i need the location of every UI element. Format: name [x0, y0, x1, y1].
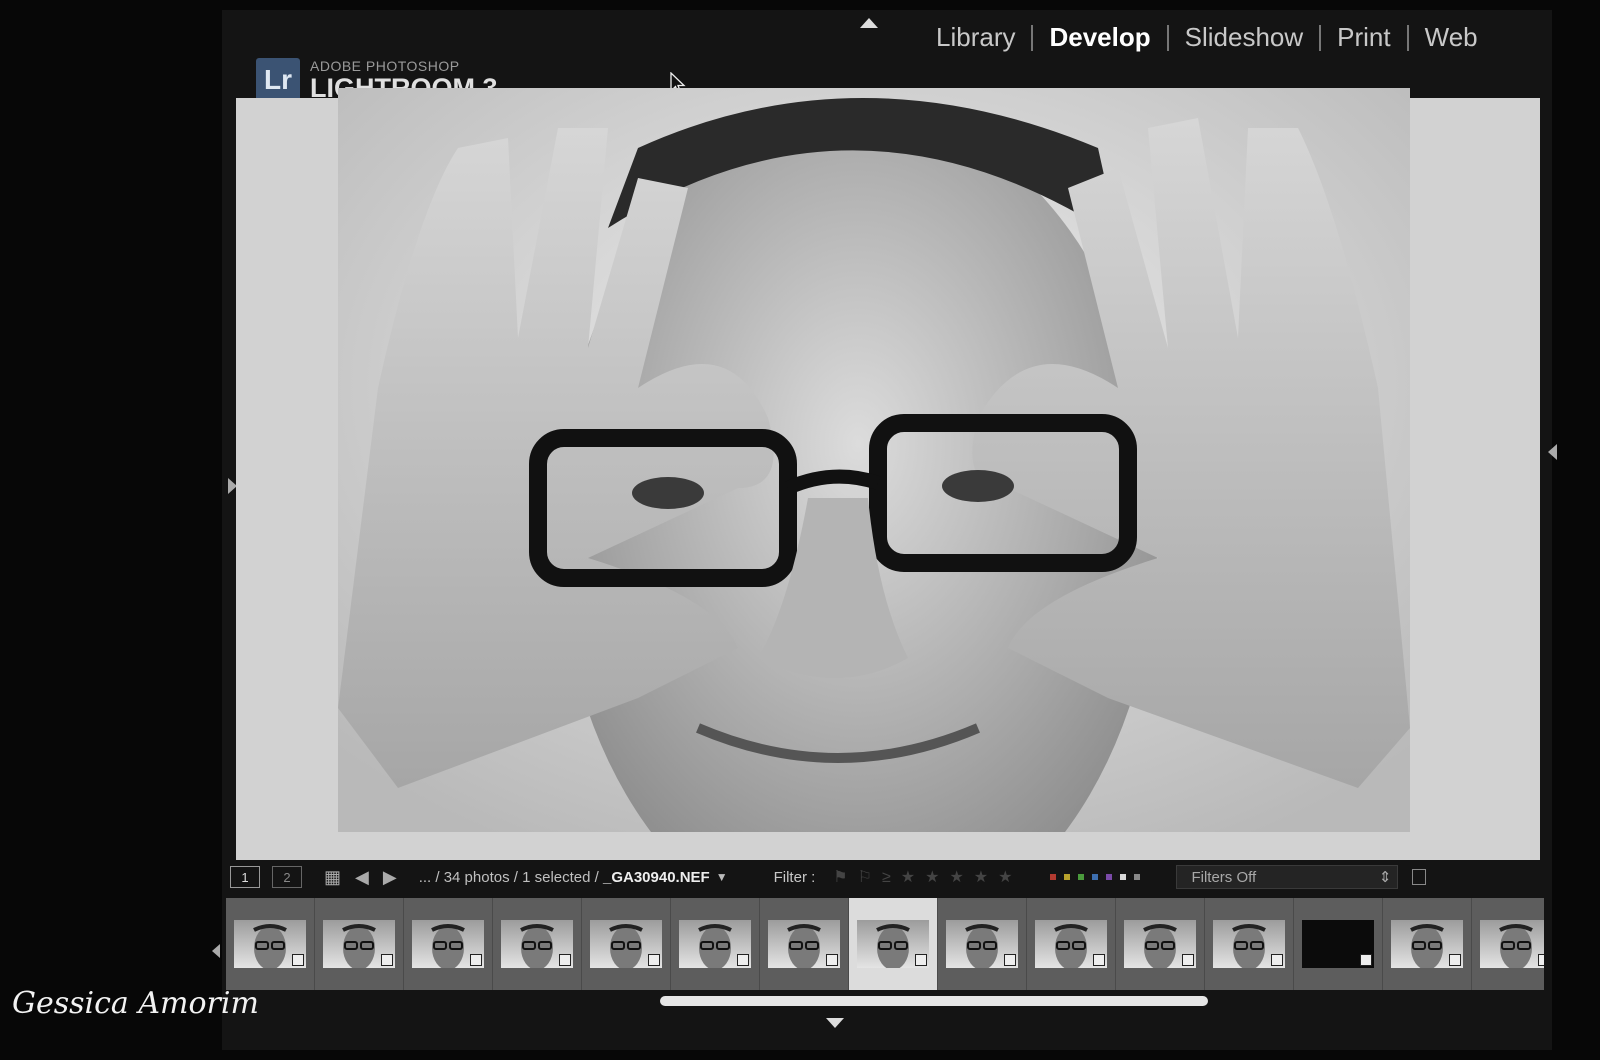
filmstrip-toolbar: 1 2 ▦ ◀ ▶ ... / 34 photos / 1 selected /… [226, 862, 1548, 892]
develop-adjusted-badge-icon [1538, 954, 1544, 966]
bottom-panel-toggle-arrow[interactable] [826, 1018, 844, 1028]
lightroom-logo-badge: Lr [256, 58, 300, 102]
thumbnail-image [679, 920, 751, 968]
secondary-display-button[interactable]: 2 [272, 866, 302, 888]
thumbnail-image [323, 920, 395, 968]
chevron-down-icon[interactable]: ▼ [716, 870, 728, 884]
thumbnail-image [1035, 920, 1107, 968]
develop-adjusted-badge-icon [470, 954, 482, 966]
filmstrip-thumbnail-cell[interactable] [849, 898, 938, 990]
color-label-swatch[interactable] [1092, 874, 1099, 880]
filmstrip-thumbnail-cell[interactable] [1027, 898, 1116, 990]
module-web[interactable]: Web [1409, 22, 1494, 53]
module-print[interactable]: Print [1321, 22, 1406, 53]
color-label-swatch[interactable] [1078, 874, 1085, 880]
right-panel-toggle-arrow[interactable] [1548, 444, 1557, 460]
filmstrip-thumbnail-cell[interactable] [1383, 898, 1472, 990]
thumbnail-image [501, 920, 573, 968]
back-arrow-icon[interactable]: ◀ [355, 867, 369, 888]
brand-top-line: ADOBE PHOTOSHOP [310, 57, 460, 74]
filmstrip-thumbnail-cell[interactable] [760, 898, 849, 990]
develop-adjusted-badge-icon [1271, 954, 1283, 966]
source-path[interactable]: ... / 34 photos / 1 selected / _GA30940.… [419, 869, 710, 886]
top-panel-toggle-arrow[interactable] [860, 18, 878, 28]
thumbnail-image [234, 920, 306, 968]
develop-adjusted-badge-icon [1449, 954, 1461, 966]
thumbnail-image [1302, 920, 1374, 968]
filmstrip-thumbnail-cell[interactable] [1472, 898, 1544, 990]
filmstrip-thumbnail-cell[interactable] [1116, 898, 1205, 990]
module-library[interactable]: Library [920, 22, 1031, 53]
develop-adjusted-badge-icon [826, 954, 838, 966]
develop-adjusted-badge-icon [1360, 954, 1372, 966]
forward-arrow-icon[interactable]: ▶ [383, 867, 397, 888]
filter-preset-select[interactable]: Filters Off ⇕ [1176, 865, 1399, 889]
filmstrip-lock-icon[interactable] [1412, 869, 1427, 885]
develop-adjusted-badge-icon [1093, 954, 1105, 966]
develop-adjusted-badge-icon [648, 954, 660, 966]
photographer-watermark: Gessica Amorim [12, 986, 259, 1021]
filmstrip-thumbnail-cell[interactable] [582, 898, 671, 990]
thumbnail-image [857, 920, 929, 968]
thumbnail-image [1391, 920, 1463, 968]
develop-adjusted-badge-icon [737, 954, 749, 966]
develop-adjusted-badge-icon [292, 954, 304, 966]
filmstrip-thumbnail-cell[interactable] [315, 898, 404, 990]
thumbnail-image [1124, 920, 1196, 968]
thumbnail-image [1213, 920, 1285, 968]
filmstrip-thumbnail-cell[interactable] [493, 898, 582, 990]
filmstrip [226, 898, 1544, 990]
path-prefix: ... / 34 photos / 1 selected / [418, 868, 603, 886]
filmstrip-thumbnail-cell[interactable] [1294, 898, 1383, 990]
filmstrip-scrollbar[interactable] [660, 996, 1208, 1006]
module-develop[interactable]: Develop [1033, 22, 1166, 53]
grid-view-icon[interactable]: ▦ [324, 867, 341, 888]
main-photo [338, 88, 1410, 832]
color-label-swatch[interactable] [1134, 874, 1141, 880]
filter-preset-value: Filters Off [1191, 868, 1257, 886]
filmstrip-thumbnail-cell[interactable] [671, 898, 760, 990]
color-label-filter[interactable] [1050, 874, 1141, 880]
color-label-swatch[interactable] [1050, 874, 1057, 880]
develop-adjusted-badge-icon [915, 954, 927, 966]
thumbnail-image [590, 920, 662, 968]
module-slideshow[interactable]: Slideshow [1169, 22, 1320, 53]
module-picker: Library Develop Slideshow Print Web [920, 22, 1494, 53]
filter-label: Filter : [773, 868, 816, 886]
filmstrip-thumbnail-cell[interactable] [226, 898, 315, 990]
filmstrip-left-arrow[interactable] [212, 944, 220, 958]
develop-adjusted-badge-icon [1182, 954, 1194, 966]
selected-filename: _GA30940.NEF [602, 868, 710, 886]
primary-display-button[interactable]: 1 [230, 866, 260, 888]
filmstrip-thumbnail-cell[interactable] [1205, 898, 1294, 990]
filter-flag-and-rating-icons[interactable]: ⚑⚐≥★★★★★ [833, 867, 1022, 887]
develop-adjusted-badge-icon [381, 954, 393, 966]
thumbnail-image [946, 920, 1018, 968]
color-label-swatch[interactable] [1064, 874, 1071, 880]
select-updown-icon: ⇕ [1378, 869, 1392, 886]
thumbnail-image [412, 920, 484, 968]
filmstrip-thumbnail-cell[interactable] [404, 898, 493, 990]
filmstrip-thumbnail-cell[interactable] [938, 898, 1027, 990]
thumbnail-image [768, 920, 840, 968]
develop-adjusted-badge-icon [559, 954, 571, 966]
color-label-swatch[interactable] [1106, 874, 1113, 880]
thumbnail-image [1480, 920, 1544, 968]
develop-adjusted-badge-icon [1004, 954, 1016, 966]
color-label-swatch[interactable] [1120, 874, 1127, 880]
